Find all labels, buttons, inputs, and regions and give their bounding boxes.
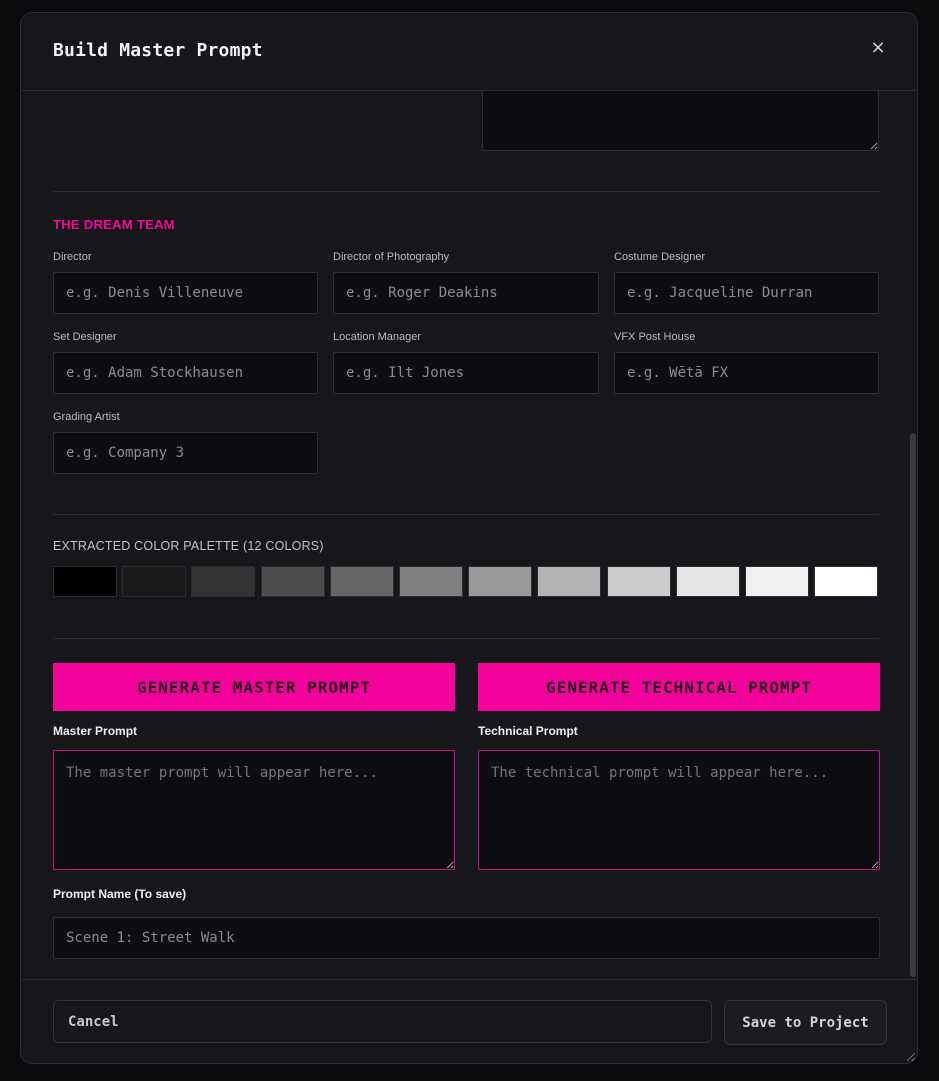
location-manager-input[interactable] bbox=[333, 352, 599, 394]
vfx-post-house-label: VFX Post House bbox=[614, 331, 696, 343]
palette-swatch[interactable] bbox=[606, 566, 671, 597]
modal-body[interactable]: THE DREAM TEAM Director Director of Phot… bbox=[21, 91, 917, 979]
palette-swatch[interactable] bbox=[814, 566, 879, 597]
set-designer-input[interactable] bbox=[53, 352, 318, 394]
section-divider bbox=[53, 191, 879, 192]
technical-prompt-textarea[interactable] bbox=[478, 750, 880, 870]
palette-swatch[interactable] bbox=[675, 566, 740, 597]
dop-label: Director of Photography bbox=[333, 251, 450, 263]
costume-designer-input[interactable] bbox=[614, 272, 879, 314]
palette-swatch[interactable] bbox=[122, 566, 187, 597]
palette-swatch[interactable] bbox=[260, 566, 325, 597]
section-divider bbox=[53, 514, 879, 515]
palette-label: EXTRACTED COLOR PALETTE (12 COLORS) bbox=[53, 539, 324, 553]
build-master-prompt-modal: Build Master Prompt × THE DREAM TEAM Dir… bbox=[20, 12, 918, 1064]
costume-designer-label: Costume Designer bbox=[614, 251, 706, 263]
palette-swatch[interactable] bbox=[537, 566, 602, 597]
modal-footer: Cancel Save to Project bbox=[21, 979, 917, 1063]
prompt-name-label: Prompt Name (To save) bbox=[53, 887, 187, 901]
modal-title: Build Master Prompt bbox=[53, 40, 263, 61]
technical-prompt-label: Technical Prompt bbox=[478, 724, 578, 738]
master-prompt-label: Master Prompt bbox=[53, 724, 138, 738]
palette-swatch[interactable] bbox=[399, 566, 463, 597]
close-icon[interactable]: × bbox=[869, 39, 887, 57]
dop-input[interactable] bbox=[333, 272, 599, 314]
prompt-name-input[interactable] bbox=[53, 917, 880, 959]
grading-artist-input[interactable] bbox=[53, 432, 318, 474]
master-prompt-textarea[interactable] bbox=[53, 750, 455, 870]
cancel-button[interactable]: Cancel bbox=[53, 1000, 712, 1043]
palette-swatch[interactable] bbox=[468, 566, 533, 597]
palette-swatch[interactable] bbox=[745, 566, 809, 597]
grading-artist-label: Grading Artist bbox=[53, 411, 120, 423]
location-manager-label: Location Manager bbox=[333, 331, 422, 343]
resize-grip-icon[interactable] bbox=[907, 1053, 915, 1061]
generate-technical-prompt-button[interactable]: Generate Technical Prompt bbox=[478, 663, 880, 711]
generate-master-prompt-button[interactable]: Generate Master Prompt bbox=[53, 663, 455, 711]
palette-swatch[interactable] bbox=[191, 566, 256, 597]
palette-swatch[interactable] bbox=[329, 566, 394, 597]
modal-header: Build Master Prompt × bbox=[21, 13, 917, 91]
director-label: Director bbox=[53, 251, 92, 263]
style-description-textarea[interactable] bbox=[482, 91, 879, 151]
scrollbar-thumb[interactable] bbox=[910, 433, 916, 977]
save-to-project-button[interactable]: Save to Project bbox=[724, 1000, 887, 1045]
section-divider bbox=[53, 638, 879, 639]
vfx-post-house-input[interactable] bbox=[614, 352, 879, 394]
director-input[interactable] bbox=[53, 272, 318, 314]
palette-swatch[interactable] bbox=[53, 566, 117, 597]
dream-team-title: THE DREAM TEAM bbox=[53, 217, 175, 232]
set-designer-label: Set Designer bbox=[53, 331, 117, 343]
